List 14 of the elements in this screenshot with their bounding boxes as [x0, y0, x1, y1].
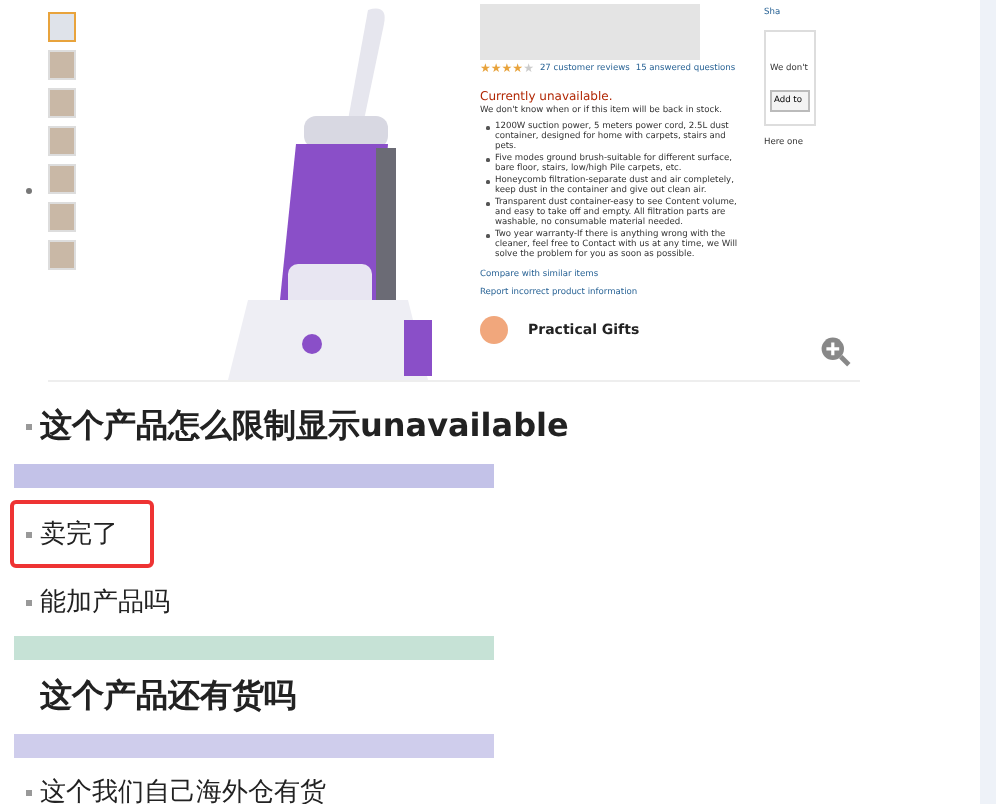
bullet-dot — [26, 188, 32, 194]
question-heading: 这个产品还有货吗 — [40, 674, 296, 718]
thumbnail[interactable] — [48, 240, 76, 270]
thumbnail[interactable] — [48, 202, 76, 232]
zoom-in-icon[interactable] — [820, 336, 852, 368]
reply-text: 能加产品吗 — [40, 586, 170, 622]
question-heading: 这个产品怎么限制显示unavailable — [40, 404, 569, 448]
thumbnail[interactable] — [48, 164, 76, 194]
thumbnail[interactable] — [48, 12, 76, 42]
reply-text: 卖完了 — [40, 518, 118, 554]
reply-text: 这个我们自己海外仓有货 — [40, 776, 326, 804]
thumbnail[interactable] — [48, 126, 76, 156]
thumbnail[interactable] — [48, 88, 76, 118]
thumbnail[interactable] — [48, 50, 76, 80]
